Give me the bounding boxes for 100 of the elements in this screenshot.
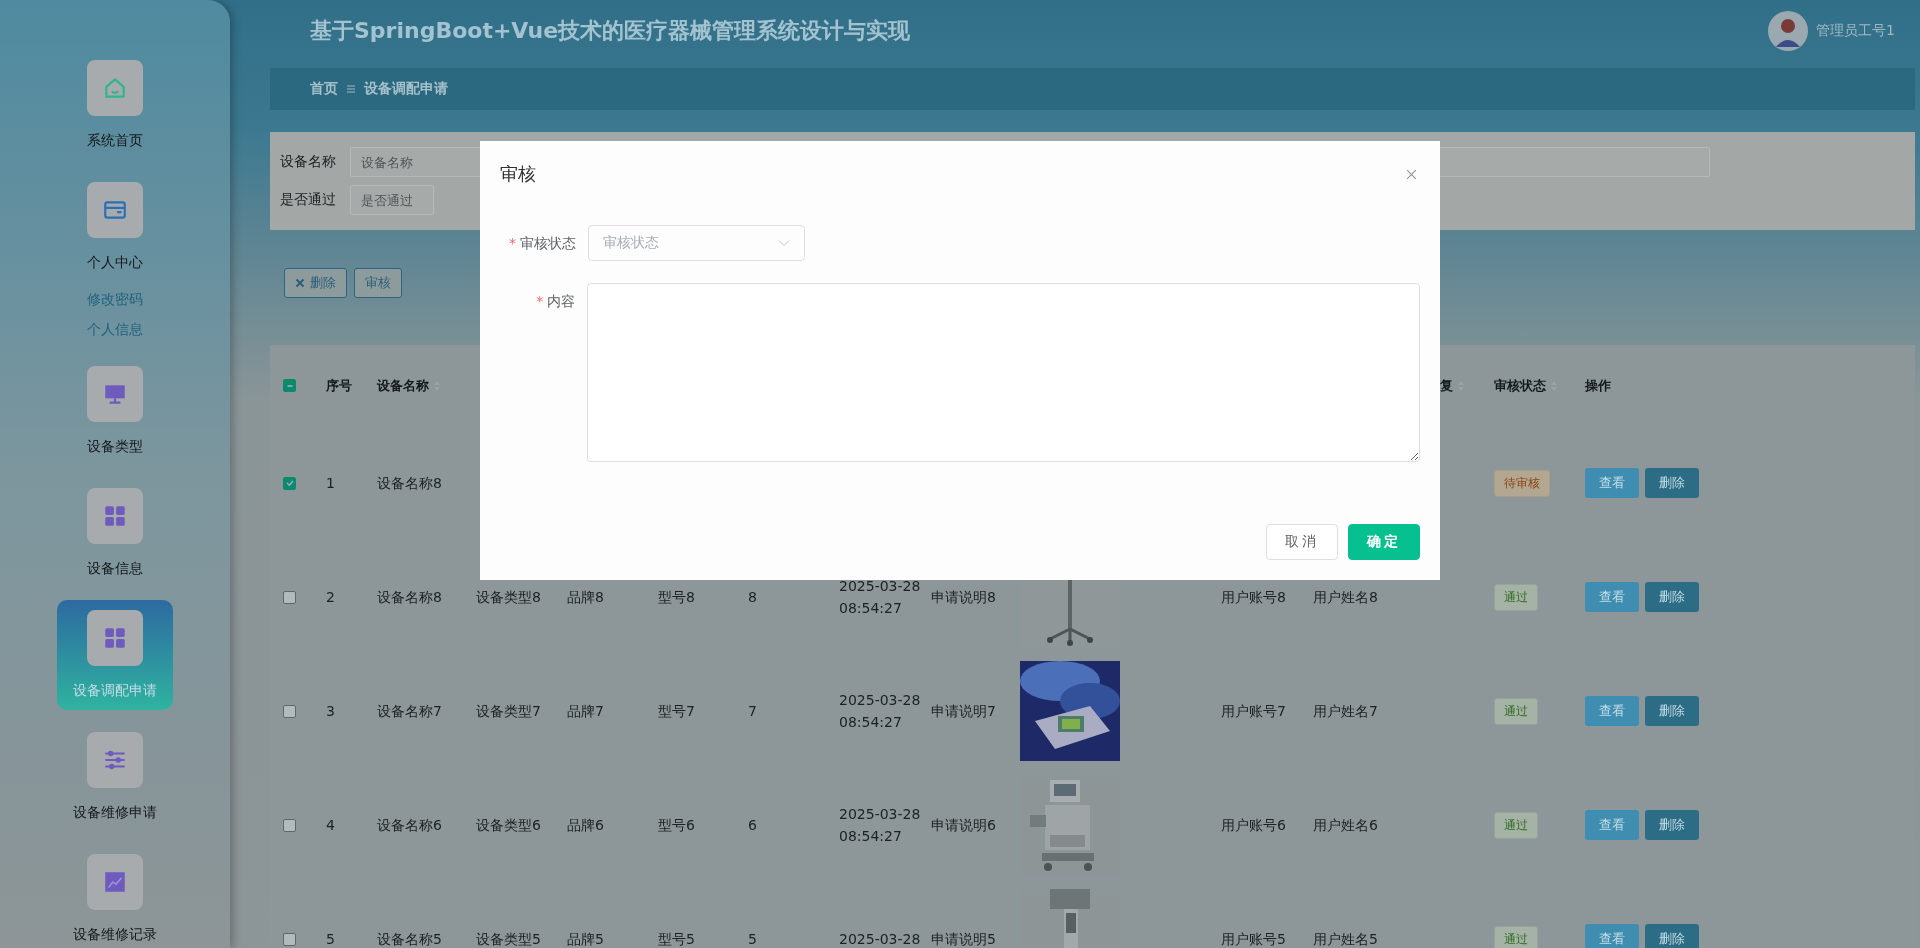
chevron-icon [778, 239, 790, 247]
column-header: 序号 [325, 376, 353, 395]
date-cell-text: 2025-03-28 08:54:27 [839, 691, 921, 732]
action-button[interactable]: 删除 [1645, 468, 1699, 498]
table-cell-text: 6 [748, 816, 757, 835]
table-cell-text: 设备名称8 [377, 474, 442, 493]
action-button[interactable]: 查看 [1585, 696, 1639, 726]
table-cell-text: 申请说明6 [931, 816, 996, 835]
sidebar-item[interactable]: 设备维修申请 [57, 722, 173, 832]
table-cell-text: 用户姓名5 [1313, 930, 1378, 948]
close-icon[interactable] [1406, 168, 1417, 180]
status-tag: 待审核 [1494, 469, 1550, 497]
table-cell-text: 申请说明7 [931, 702, 996, 721]
table-cell-text: 用户姓名7 [1313, 702, 1378, 721]
action-button[interactable]: 查看 [1585, 924, 1639, 948]
required-mark: * [509, 234, 516, 253]
table-cell-text: 设备名称7 [377, 702, 442, 721]
grid-icon [102, 625, 128, 651]
status-tag: 通过 [1494, 583, 1538, 611]
table-cell-text: 设备类型5 [476, 930, 541, 948]
field-label: 审核状态 [520, 234, 576, 253]
table-cell-text: 品牌7 [567, 702, 604, 721]
avatar-icon[interactable] [1768, 10, 1809, 51]
action-button[interactable]: 查看 [1585, 468, 1639, 498]
separator-icon [346, 84, 356, 94]
dialog-button[interactable]: 确定 [1348, 524, 1420, 560]
sidebar-item[interactable]: 设备维修记录 [57, 844, 173, 948]
action-button[interactable]: 查看 [1585, 582, 1639, 612]
select-field[interactable]: 是否通过 [350, 185, 434, 215]
column-header: 操作 [1584, 376, 1612, 395]
grid-icon [102, 503, 128, 529]
house-icon [102, 75, 128, 101]
app-title: 基于SpringBoot+Vue技术的医疗器械管理系统设计与实现 [310, 16, 911, 45]
action-button[interactable]: 删除 [1645, 810, 1699, 840]
check-icon [284, 478, 295, 488]
table-cell-text: 设备名称8 [377, 588, 442, 607]
table-cell-text: 7 [748, 702, 757, 721]
chart-icon [102, 869, 128, 895]
table-cell-text: 品牌5 [567, 930, 604, 948]
checkbox[interactable] [283, 476, 296, 490]
table-cell-text: 品牌6 [567, 816, 604, 835]
table-cell-text: 用户账号7 [1221, 702, 1286, 721]
required-mark: * [536, 292, 544, 311]
user-name[interactable]: 管理员工号1 [1816, 21, 1895, 40]
table-cell-text: 5 [326, 930, 335, 948]
status-tag: 通过 [1494, 811, 1538, 839]
table-cell-text: 品牌8 [567, 588, 604, 607]
table-cell-text: 设备名称5 [377, 930, 442, 948]
table-cell-text: 用户账号5 [1221, 930, 1286, 948]
dialog-button[interactable]: 取消 [1266, 524, 1338, 560]
table-cell-text: 申请说明8 [931, 588, 996, 607]
dialog-title: 审核 [500, 162, 536, 186]
breadcrumb-item[interactable]: 首页 [310, 80, 338, 98]
date-cell-text: 2025-03-28 08:54:27 [839, 805, 921, 846]
table-cell-text: 1 [326, 474, 335, 493]
action-button[interactable]: 查看 [1585, 810, 1639, 840]
close-icon [295, 278, 305, 288]
field-label: 是否通过 [280, 191, 337, 209]
checkbox[interactable] [283, 590, 296, 604]
sidebar-subitem[interactable]: 修改密码 [87, 284, 143, 314]
checkbox[interactable] [283, 704, 296, 718]
field-label: 设备名称 [280, 153, 337, 171]
sidebar-item[interactable]: 设备调配申请 [57, 600, 173, 710]
sidebar-item[interactable]: 个人中心 [57, 172, 173, 282]
table-cell-text: 2 [326, 588, 335, 607]
toolbar-button[interactable]: 删除 [284, 268, 347, 298]
table-cell-text: 型号6 [658, 816, 695, 835]
table-cell-text: 用户姓名8 [1313, 588, 1378, 607]
sidebar-item[interactable]: 系统首页 [57, 50, 173, 160]
table-cell-text: 用户账号8 [1221, 588, 1286, 607]
table-cell-text: 设备类型7 [476, 702, 541, 721]
table-cell-text: 型号8 [658, 588, 695, 607]
date-cell-text: 2025-03-28 [839, 930, 921, 948]
action-button[interactable]: 删除 [1645, 696, 1699, 726]
table-cell-text: 4 [326, 816, 335, 835]
table-cell-text: 设备类型8 [476, 588, 541, 607]
status-tag: 通过 [1494, 925, 1538, 948]
table-cell-text: 申请说明5 [931, 930, 996, 948]
checkbox[interactable] [283, 818, 296, 832]
table-cell-text: 设备类型6 [476, 816, 541, 835]
table-cell-text: 用户姓名6 [1313, 816, 1378, 835]
status-tag: 通过 [1494, 697, 1538, 725]
column-header: 设备名称 [371, 376, 470, 395]
toolbar-button[interactable]: 审核 [354, 268, 402, 298]
action-button[interactable]: 删除 [1645, 924, 1699, 948]
field-label: 内容 [547, 292, 576, 311]
table-cell-text: 5 [748, 930, 757, 948]
action-button[interactable]: 删除 [1645, 582, 1699, 612]
table-cell-text: 8 [748, 588, 757, 607]
sidebar-item[interactable]: 设备类型 [57, 356, 173, 466]
table-cell-text: 3 [326, 702, 335, 721]
table-cell-text: 型号5 [658, 930, 695, 948]
sidebar-subitem[interactable]: 个人信息 [87, 314, 143, 344]
select-field[interactable]: 审核状态 [588, 225, 805, 261]
sidebar-item[interactable]: 设备信息 [57, 478, 173, 588]
checkbox[interactable] [283, 379, 296, 392]
checkbox[interactable] [283, 932, 296, 946]
table-cell-text: 用户账号6 [1221, 816, 1286, 835]
table-cell-text: 型号7 [658, 702, 695, 721]
column-header: 审核状态 [1488, 376, 1579, 395]
